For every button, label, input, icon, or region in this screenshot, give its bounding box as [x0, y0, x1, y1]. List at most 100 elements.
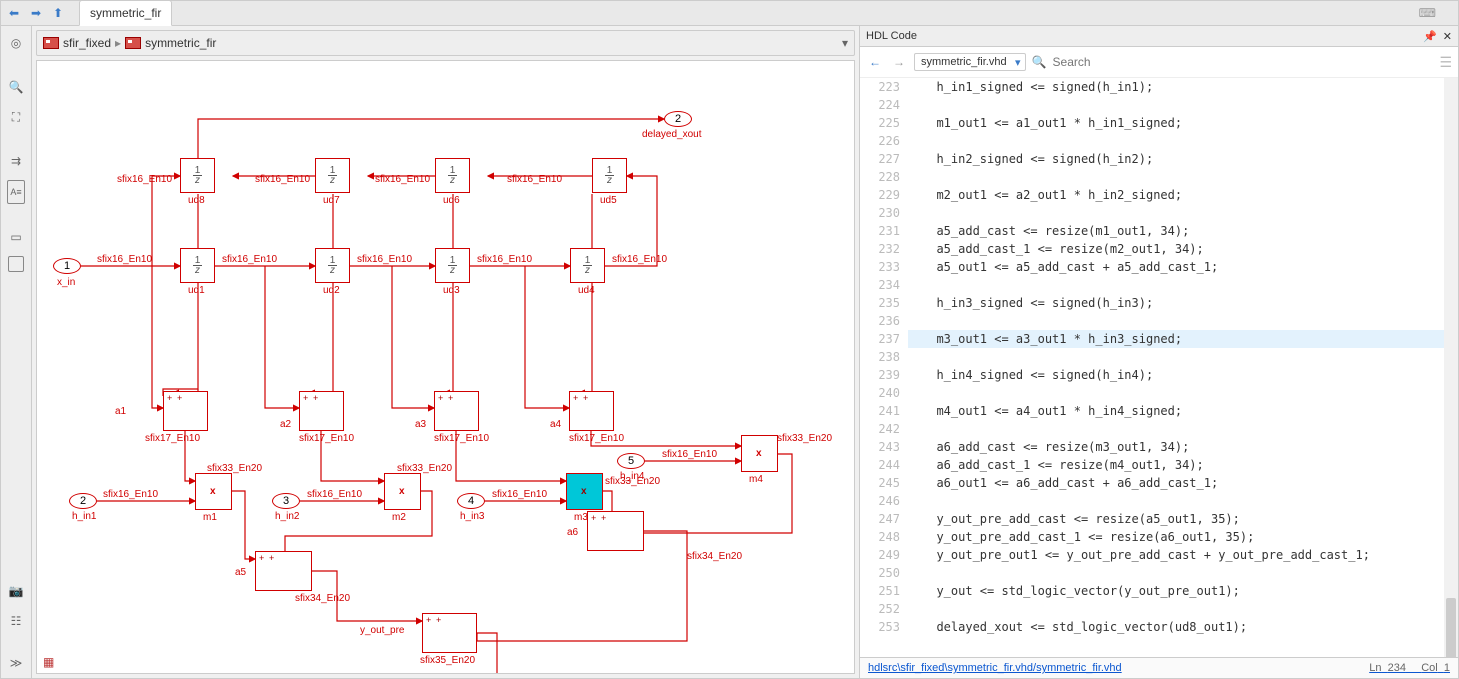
code-line[interactable]: 225 m1_out1 <= a1_out1 * h_in1_signed;	[860, 114, 1458, 132]
code-text: a5_add_cast <= resize(m1_out1, 34);	[908, 222, 1189, 240]
code-line[interactable]: 233 a5_out1 <= a5_add_cast + a5_add_cast…	[860, 258, 1458, 276]
palette-image-icon[interactable]: ▭	[5, 226, 27, 248]
nav-back-icon[interactable]: ⬅	[5, 4, 23, 22]
code-line[interactable]: 249 y_out_pre_out1 <= y_out_pre_add_cast…	[860, 546, 1458, 564]
model-canvas[interactable]: 1 x_in 2 h_in1 3 h_in2 4 h_in3 5 h_in4 2…	[36, 60, 855, 674]
code-line[interactable]: 248 y_out_pre_add_cast_1 <= resize(a6_ou…	[860, 528, 1458, 546]
status-path[interactable]: hdlsrc\sfir_fixed\symmetric_fir.vhd/symm…	[868, 662, 1122, 674]
code-line[interactable]: 230	[860, 204, 1458, 222]
search-icon[interactable]: 🔍	[1032, 55, 1047, 69]
palette-camera-icon[interactable]: 📷	[5, 580, 27, 602]
inport-h-in2[interactable]: 3	[272, 493, 300, 509]
code-line[interactable]: 247 y_out_pre_add_cast <= resize(a5_out1…	[860, 510, 1458, 528]
code-line[interactable]: 252	[860, 600, 1458, 618]
code-line[interactable]: 227 h_in2_signed <= signed(h_in2);	[860, 150, 1458, 168]
palette-box-icon[interactable]	[8, 256, 24, 272]
block-ud5[interactable]: 1z	[592, 158, 627, 193]
breadcrumb-dropdown-icon[interactable]: ▾	[842, 36, 848, 50]
code-line[interactable]: 224	[860, 96, 1458, 114]
code-line[interactable]: 237 m3_out1 <= a3_out1 * h_in3_signed;	[860, 330, 1458, 348]
code-line[interactable]: 228	[860, 168, 1458, 186]
block-a3[interactable]: ++	[434, 391, 479, 431]
code-nav-forward-icon[interactable]: →	[890, 53, 908, 71]
breadcrumb-leaf[interactable]: symmetric_fir	[145, 36, 216, 50]
code-search: 🔍	[1032, 54, 1434, 70]
block-m4[interactable]: x	[741, 435, 778, 472]
code-line[interactable]: 238	[860, 348, 1458, 366]
block-m2[interactable]: x	[384, 473, 421, 510]
palette-fit-icon[interactable]: ⛶	[5, 106, 27, 128]
code-text: h_in1_signed <= signed(h_in1);	[908, 78, 1153, 96]
code-line[interactable]: 223 h_in1_signed <= signed(h_in1);	[860, 78, 1458, 96]
code-line[interactable]: 250	[860, 564, 1458, 582]
scrollbar[interactable]	[1444, 78, 1458, 657]
code-line[interactable]: 229 m2_out1 <= a2_out1 * h_in2_signed;	[860, 186, 1458, 204]
label-ud2: ud2	[323, 285, 340, 296]
palette-lib-icon[interactable]: ☷	[5, 610, 27, 632]
block-ud3[interactable]: 1z	[435, 248, 470, 283]
code-line[interactable]: 232 a5_add_cast_1 <= resize(m2_out1, 34)…	[860, 240, 1458, 258]
palette-nav-target-icon[interactable]: ◎	[5, 32, 27, 54]
code-line[interactable]: 226	[860, 132, 1458, 150]
line-number: 235	[860, 294, 908, 312]
block-a1[interactable]: ++	[163, 391, 208, 431]
block-ud4[interactable]: 1z	[570, 248, 605, 283]
code-line[interactable]: 246	[860, 492, 1458, 510]
block-ud7[interactable]: 1z	[315, 158, 350, 193]
palette-annotate-icon[interactable]: A≡	[7, 180, 25, 204]
code-line[interactable]: 245 a6_out1 <= a6_add_cast + a6_add_cast…	[860, 474, 1458, 492]
code-nav-back-icon[interactable]: ←	[866, 53, 884, 71]
label-ud8: ud8	[188, 195, 205, 206]
file-dropdown[interactable]: symmetric_fir.vhd	[914, 53, 1026, 71]
code-line[interactable]: 251 y_out <= std_logic_vector(y_out_pre_…	[860, 582, 1458, 600]
dtype-sig: sfix16_En10	[492, 489, 547, 500]
palette-collapse-icon[interactable]: ≫	[5, 652, 27, 674]
code-line[interactable]: 241 m4_out1 <= a4_out1 * h_in4_signed;	[860, 402, 1458, 420]
code-line[interactable]: 242	[860, 420, 1458, 438]
close-icon[interactable]: ✕	[1443, 30, 1452, 43]
code-search-input[interactable]	[1051, 54, 1434, 70]
code-text: a6_out1 <= a6_add_cast + a6_add_cast_1;	[908, 474, 1218, 492]
code-line[interactable]: 231 a5_add_cast <= resize(m1_out1, 34);	[860, 222, 1458, 240]
palette-zoom-icon[interactable]: 🔍	[5, 76, 27, 98]
block-ud8[interactable]: 1z	[180, 158, 215, 193]
code-line[interactable]: 244 a6_add_cast_1 <= resize(m4_out1, 34)…	[860, 456, 1458, 474]
code-text	[908, 420, 922, 438]
palette-step-icon[interactable]: ⇉	[5, 150, 27, 172]
inport-x-in[interactable]: 1	[53, 258, 81, 274]
block-ud2[interactable]: 1z	[315, 248, 350, 283]
code-viewer[interactable]: 223 h_in1_signed <= signed(h_in1);224225…	[860, 78, 1458, 657]
block-y-out-pre[interactable]: ++	[422, 613, 477, 653]
pin-icon[interactable]: 📌	[1423, 30, 1437, 43]
hdl-panel-title: HDL Code	[866, 30, 917, 42]
code-line[interactable]: 243 a6_add_cast <= resize(m3_out1, 34);	[860, 438, 1458, 456]
code-line[interactable]: 240	[860, 384, 1458, 402]
document-tab[interactable]: symmetric_fir	[79, 0, 172, 26]
breadcrumb-root[interactable]: sfir_fixed	[63, 36, 111, 50]
block-a4[interactable]: ++	[569, 391, 614, 431]
outport-delayed-xout[interactable]: 2	[664, 111, 692, 127]
code-line[interactable]: 253 delayed_xout <= std_logic_vector(ud8…	[860, 618, 1458, 636]
block-m3[interactable]: x	[566, 473, 603, 510]
code-line[interactable]: 235 h_in3_signed <= signed(h_in3);	[860, 294, 1458, 312]
block-ud6[interactable]: 1z	[435, 158, 470, 193]
code-line[interactable]: 236	[860, 312, 1458, 330]
block-m1[interactable]: x	[195, 473, 232, 510]
inport-h-in3[interactable]: 4	[457, 493, 485, 509]
keyboard-shortcuts-icon[interactable]: ⌨	[1419, 6, 1436, 20]
nav-up-icon[interactable]: ⬆	[49, 4, 67, 22]
block-a5[interactable]: ++	[255, 551, 312, 591]
nav-forward-icon[interactable]: ➡	[27, 4, 45, 22]
code-line[interactable]: 234	[860, 276, 1458, 294]
code-text: a6_add_cast_1 <= resize(m4_out1, 34);	[908, 456, 1204, 474]
block-a2[interactable]: ++	[299, 391, 344, 431]
outport-y-out[interactable]: 1	[509, 673, 537, 674]
code-options-icon[interactable]: ☰	[1439, 54, 1452, 71]
block-a6[interactable]: ++	[587, 511, 644, 551]
inport-h-in1[interactable]: 2	[69, 493, 97, 509]
code-line[interactable]: 239 h_in4_signed <= signed(h_in4);	[860, 366, 1458, 384]
inport-h-in4[interactable]: 5	[617, 453, 645, 469]
line-number: 251	[860, 582, 908, 600]
block-ud1[interactable]: 1z	[180, 248, 215, 283]
code-text: a5_out1 <= a5_add_cast + a5_add_cast_1;	[908, 258, 1218, 276]
